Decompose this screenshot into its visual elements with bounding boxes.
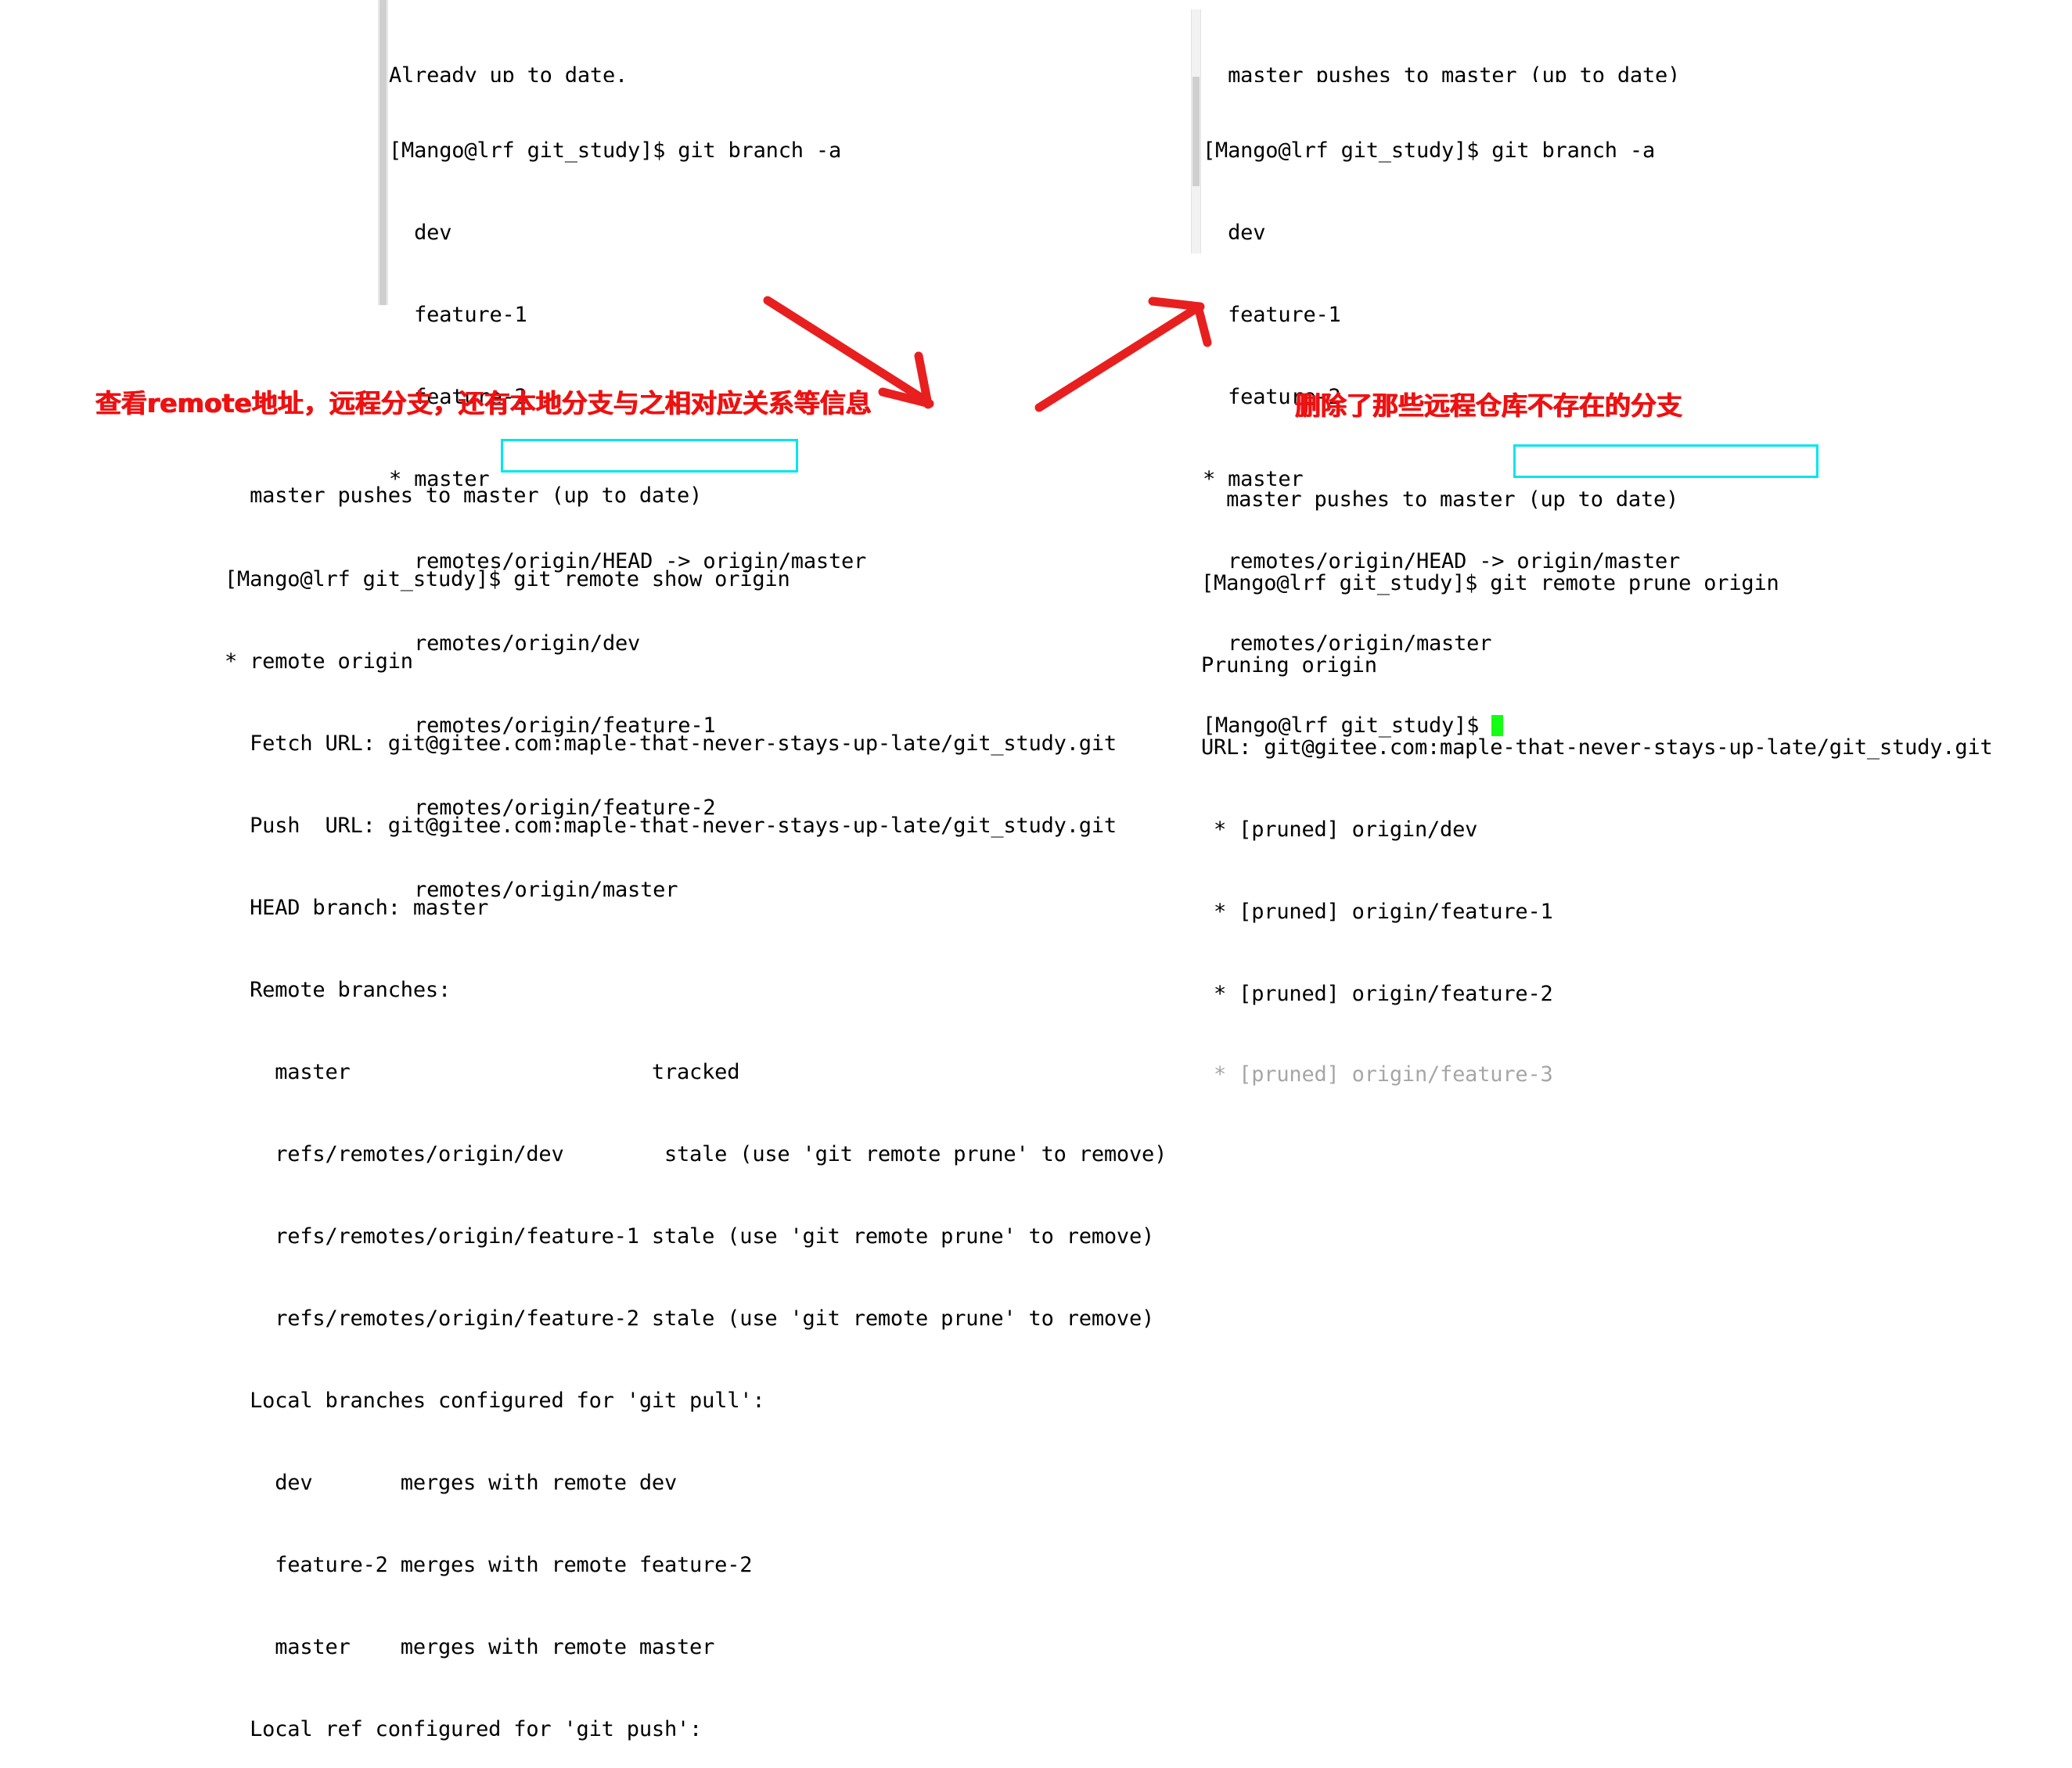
terminal-line: dev [1203, 221, 1266, 245]
terminal-line-clipped: master pushes to master (up to date) [1203, 63, 1681, 82]
annotation-right: 删除了那些远程仓库不存在的分支 [1295, 390, 1682, 421]
terminal-line: * remote origin [225, 649, 413, 674]
annotation-left: 查看remote地址，远程分支，还有本地分支与之相对应关系等信息 [95, 388, 872, 419]
arrow-up-right [1034, 296, 1212, 412]
terminal-line: feature-1 [1203, 303, 1341, 327]
terminal-line: Remote branches: [225, 978, 451, 1002]
terminal-line-clipped: master pushes to master (up to date) [1201, 487, 1679, 512]
terminal-line: URL: git@gitee.com:maple-that-never-stay… [1201, 735, 1993, 760]
terminal-line-clipped: * [pruned] origin/feature-3 [1201, 1062, 1553, 1087]
terminal-prompt-line: [Mango@lrf git_study]$ git remote show o… [225, 566, 1167, 593]
terminal-line: master tracked [225, 1060, 740, 1084]
prompt-text: [Mango@lrf git_study]$ [1201, 571, 1491, 595]
scrollbar-thumb[interactable] [1192, 77, 1200, 186]
terminal-line: feature-2 merges with remote feature-2 [225, 1553, 753, 1577]
terminal-line: * [pruned] origin/feature-2 [1201, 982, 1553, 1006]
command-text: git remote show origin [513, 567, 790, 591]
terminal-line: [Mango@lrf git_study]$ git branch -a [1203, 138, 1655, 163]
terminal-line: HEAD branch: master [225, 896, 489, 920]
terminal-line: dev [389, 221, 452, 245]
terminal-line: Local ref configured for 'git push': [225, 1717, 703, 1741]
terminal-prompt-line: [Mango@lrf git_study]$ git remote prune … [1201, 570, 1993, 597]
terminal-line: dev merges with remote dev [225, 1471, 677, 1495]
scrollbar-thumb[interactable] [380, 0, 387, 305]
terminal-line: Fetch URL: git@gitee.com:maple-that-neve… [225, 731, 1117, 756]
terminal-line: feature-1 [389, 303, 527, 327]
terminal-line: master merges with remote master [225, 1635, 715, 1659]
terminal-bottom-left: master pushes to master (up to date) [Ma… [225, 429, 1167, 1768]
terminal-line: * [pruned] origin/feature-1 [1201, 900, 1553, 924]
scrollbar-top-right[interactable] [1191, 9, 1201, 253]
terminal-line: Pruning origin [1201, 653, 1377, 677]
terminal-line: refs/remotes/origin/dev stale (use 'git … [225, 1142, 1167, 1166]
terminal-line: [Mango@lrf git_study]$ git branch -a [389, 138, 841, 163]
terminal-line: * [pruned] origin/dev [1201, 818, 1478, 842]
terminal-line: Local branches configured for 'git pull'… [225, 1389, 765, 1413]
terminal-bottom-right: master pushes to master (up to date) [Ma… [1201, 433, 1993, 1117]
terminal-line-clipped: master pushes to master (up to date) [225, 483, 703, 508]
scrollbar-top-left[interactable] [378, 0, 388, 305]
terminal-line-clipped: Already up to date. [389, 63, 628, 82]
terminal-line: refs/remotes/origin/feature-2 stale (use… [225, 1306, 1155, 1331]
terminal-line: refs/remotes/origin/feature-1 stale (use… [225, 1224, 1155, 1249]
command-text: git remote prune origin [1490, 571, 1779, 595]
terminal-line: Push URL: git@gitee.com:maple-that-never… [225, 814, 1117, 838]
prompt-text: [Mango@lrf git_study]$ [225, 567, 514, 591]
